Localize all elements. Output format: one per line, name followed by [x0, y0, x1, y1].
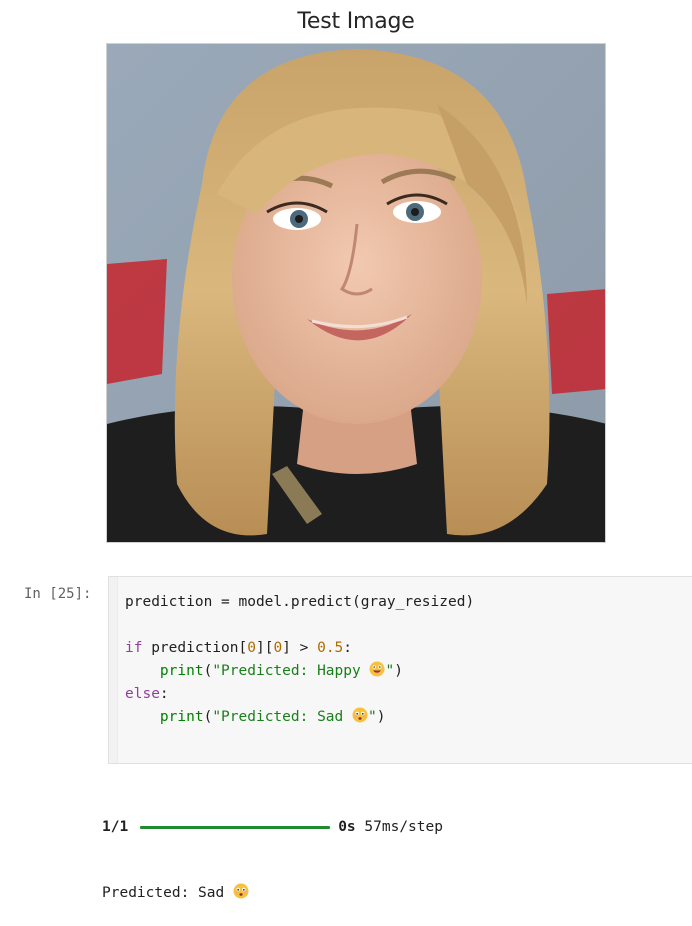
code-token: ][ [255, 640, 274, 656]
elapsed-time: 0s [338, 819, 356, 835]
sad-emoji-icon [352, 707, 368, 723]
prediction-result: Predicted: Sad [102, 882, 443, 904]
code-token: : [343, 640, 353, 656]
code-string: " [368, 709, 377, 725]
code-token: ] > [282, 640, 318, 656]
keyword-if: if [125, 640, 143, 656]
portrait-photo-icon [107, 44, 605, 542]
builtin-print: print [159, 709, 204, 725]
step-time: 57ms/step [364, 819, 443, 835]
builtin-print: print [159, 663, 204, 679]
code-token: ( [203, 663, 213, 679]
code-number: 0 [273, 640, 283, 656]
code-string: " [385, 663, 395, 679]
cell-output: 1/1 0s 57ms/step Predicted: Sad [102, 772, 443, 926]
cell-gutter [109, 577, 118, 763]
code-string: "Predicted: Happy [212, 663, 370, 679]
code-token: ) [376, 709, 386, 725]
progress-line: 1/1 0s 57ms/step [102, 816, 443, 838]
code-token: prediction[ [142, 640, 248, 656]
plot-title: Test Image [297, 9, 415, 34]
happy-emoji-icon [369, 661, 385, 677]
step-counter: 1/1 [102, 819, 129, 835]
prediction-text: Predicted: Sad [102, 885, 233, 901]
code-cell-editor[interactable]: prediction = model.predict(gray_resized)… [108, 576, 692, 764]
test-image [106, 43, 606, 543]
sad-emoji-icon [233, 883, 249, 899]
code-line-1: prediction = model.predict(gray_resized) [125, 594, 475, 610]
code-string: "Predicted: Sad [212, 709, 352, 725]
progress-bar [140, 825, 331, 829]
code-number: 0.5 [317, 640, 344, 656]
keyword-else: else [125, 686, 160, 702]
code-token: ( [203, 709, 213, 725]
code-text[interactable]: prediction = model.predict(gray_resized)… [125, 591, 474, 729]
code-token: ) [394, 663, 403, 679]
code-number: 0 [247, 640, 256, 656]
code-token: : [159, 686, 169, 702]
cell-prompt: In [25]: [24, 586, 92, 602]
